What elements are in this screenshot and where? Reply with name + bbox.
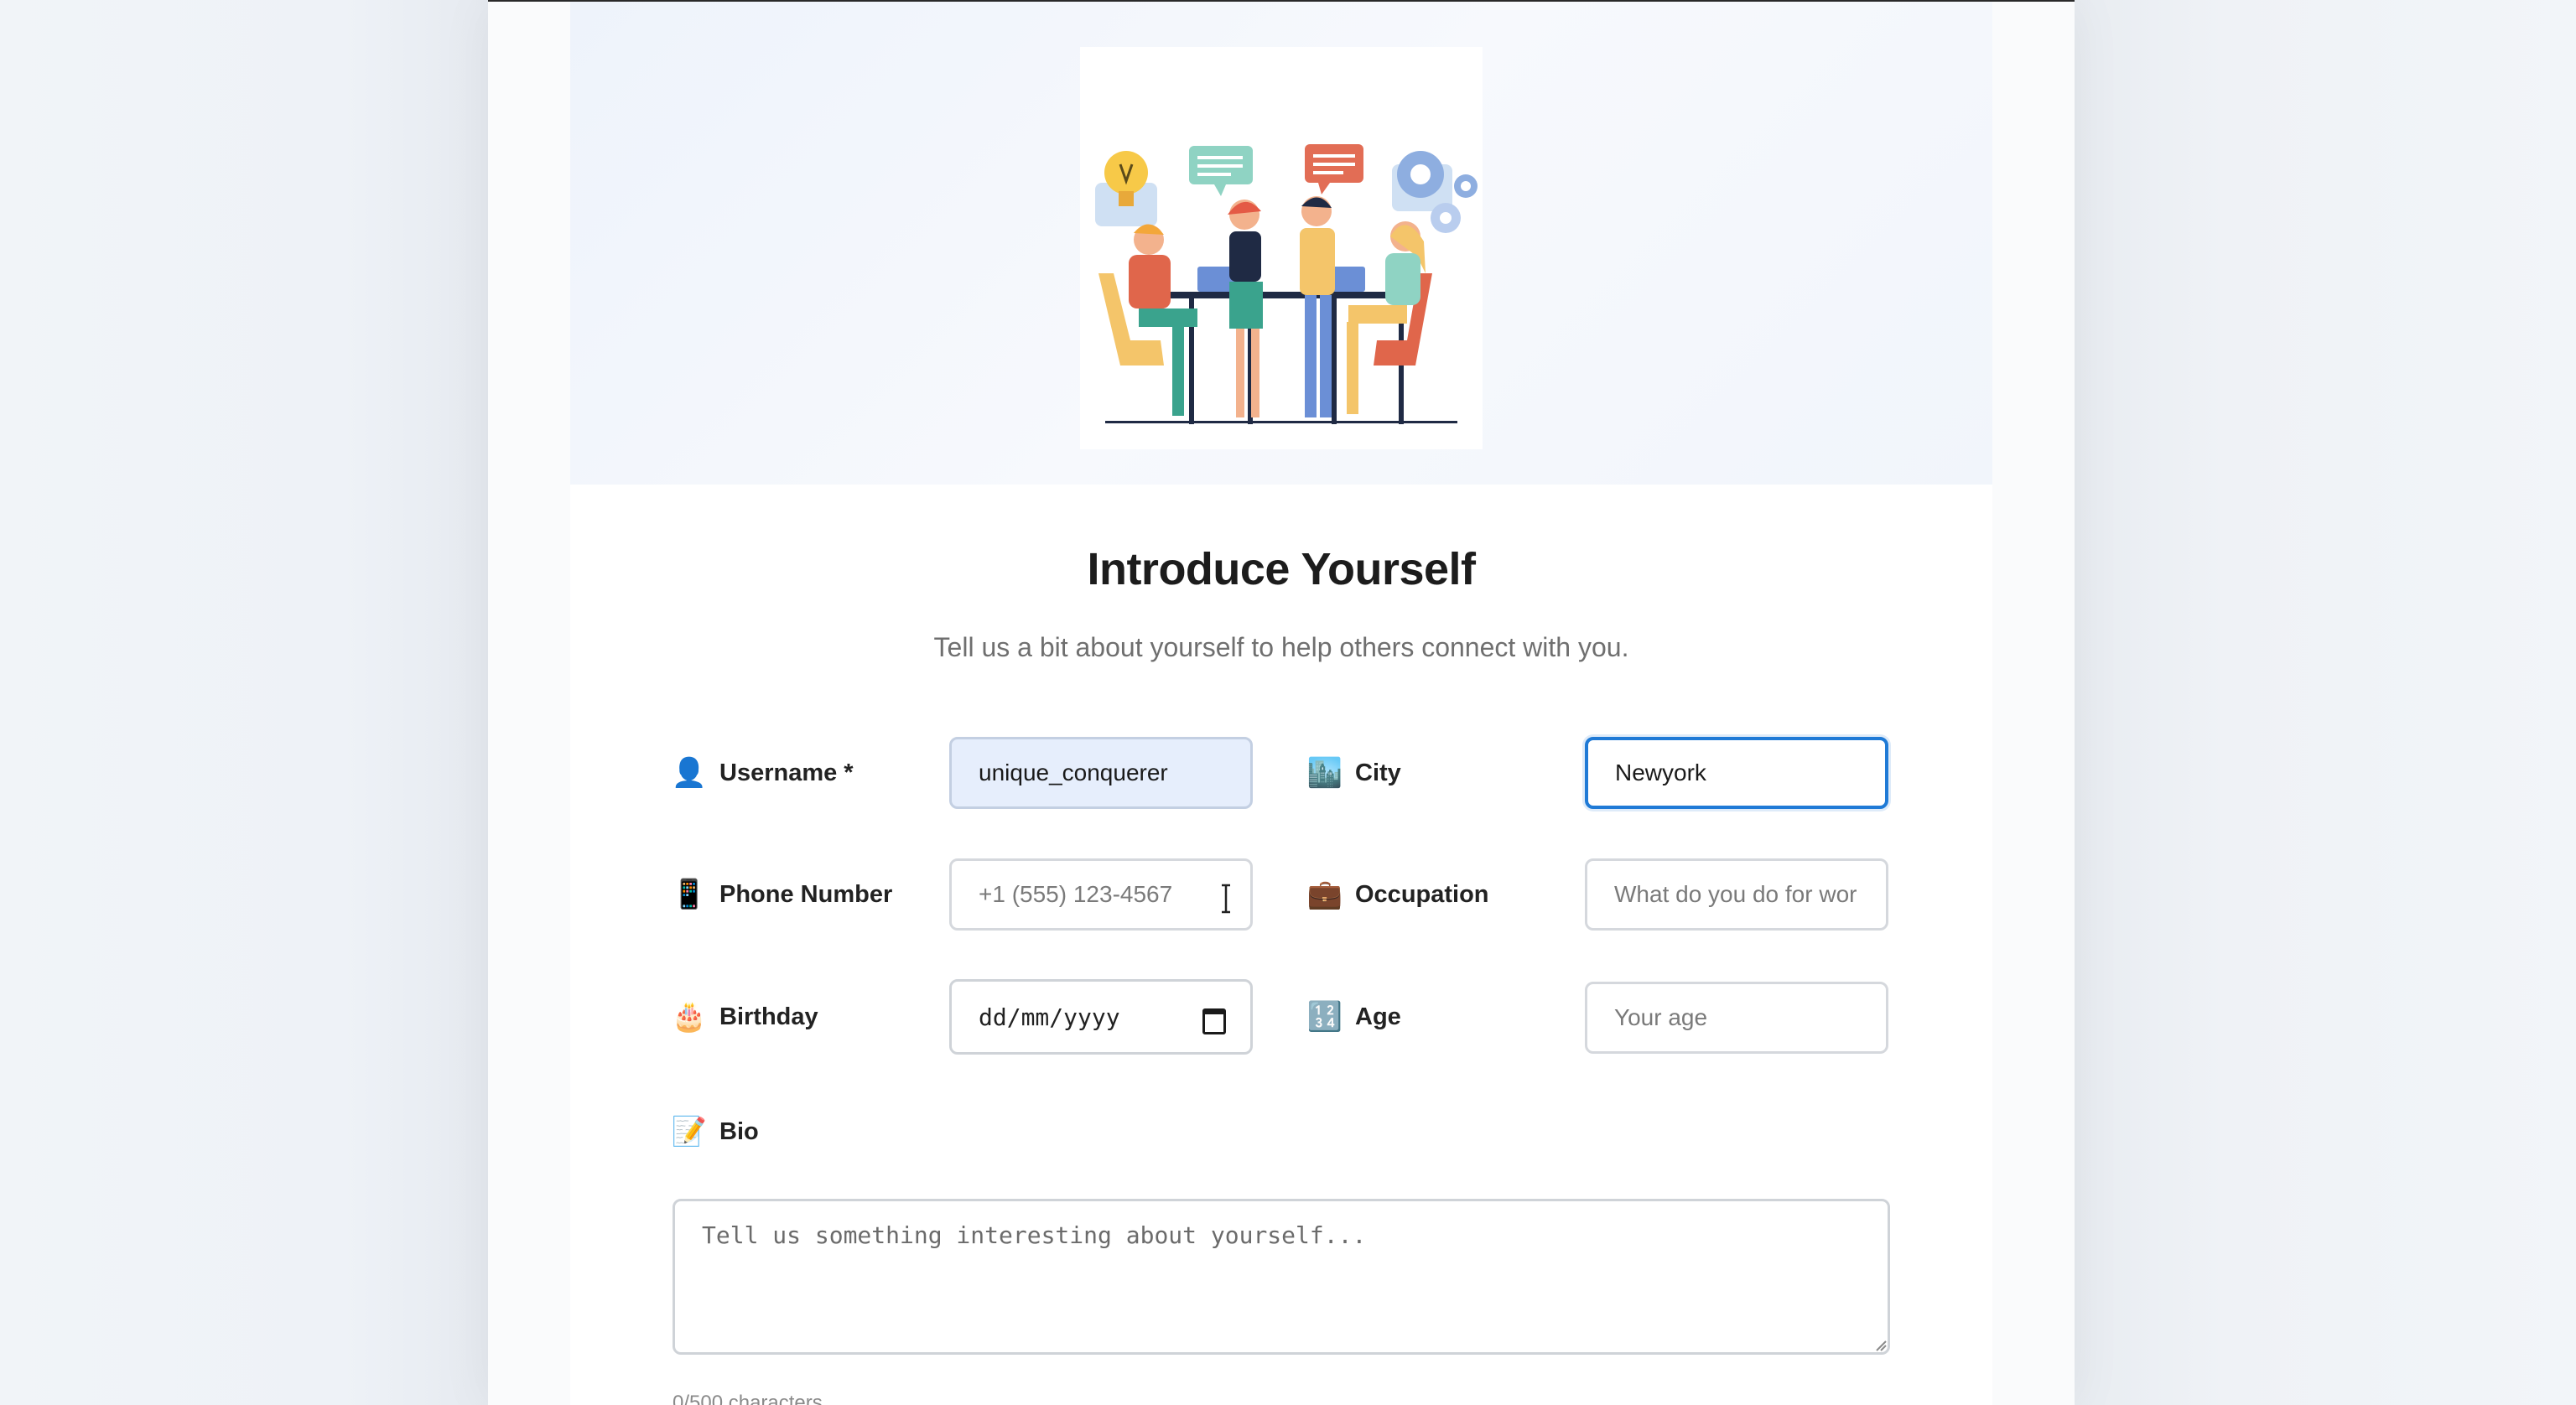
phone-input[interactable] <box>949 858 1253 931</box>
numbers-icon: 🔢 <box>1306 1001 1343 1033</box>
phone-label: 📱 Phone Number <box>671 878 892 911</box>
phone-icon: 📱 <box>671 879 708 910</box>
briefcase-icon: 💼 <box>1306 879 1343 910</box>
background-right <box>2075 0 2576 1405</box>
team-illustration <box>1080 47 1483 449</box>
city-label: 🏙️ City <box>1306 756 1401 790</box>
phone-label-text: Phone Number <box>719 880 893 908</box>
page-title: Introduce Yourself <box>1087 544 1476 594</box>
city-icon: 🏙️ <box>1306 757 1343 789</box>
age-label-text: Age <box>1355 1003 1401 1030</box>
resize-grip-icon[interactable] <box>1873 1338 1887 1351</box>
occupation-input[interactable] <box>1585 858 1888 931</box>
person-icon: 👤 <box>671 757 708 789</box>
bio-label-text: Bio <box>719 1117 759 1145</box>
background-left <box>0 0 488 1405</box>
birthday-label-text: Birthday <box>719 1003 818 1030</box>
city-label-text: City <box>1355 759 1401 786</box>
age-label: 🔢 Age <box>1306 1000 1401 1034</box>
page-subtitle: Tell us a bit about yourself to help oth… <box>933 632 1629 662</box>
username-input[interactable] <box>949 737 1253 809</box>
occupation-label: 💼 Occupation <box>1306 878 1489 911</box>
bio-textarea[interactable] <box>673 1199 1890 1355</box>
memo-icon: 📝 <box>671 1116 708 1148</box>
occupation-label-text: Occupation <box>1355 880 1489 908</box>
birthday-date-input[interactable]: dd/mm/yyyy <box>949 979 1253 1055</box>
city-input[interactable] <box>1585 737 1888 809</box>
age-input[interactable] <box>1585 982 1888 1054</box>
calendar-icon[interactable] <box>1202 1006 1226 1034</box>
birthday-date-placeholder: dd/mm/yyyy <box>979 1003 1120 1031</box>
bio-character-counter: 0/500 characters <box>673 1392 823 1405</box>
username-label-text: Username * <box>719 759 854 786</box>
cake-icon: 🎂 <box>671 1001 708 1033</box>
username-label: 👤 Username * <box>671 756 854 790</box>
text-cursor-icon <box>1222 884 1230 914</box>
birthday-label: 🎂 Birthday <box>671 1000 818 1034</box>
bio-label: 📝 Bio <box>671 1115 759 1148</box>
